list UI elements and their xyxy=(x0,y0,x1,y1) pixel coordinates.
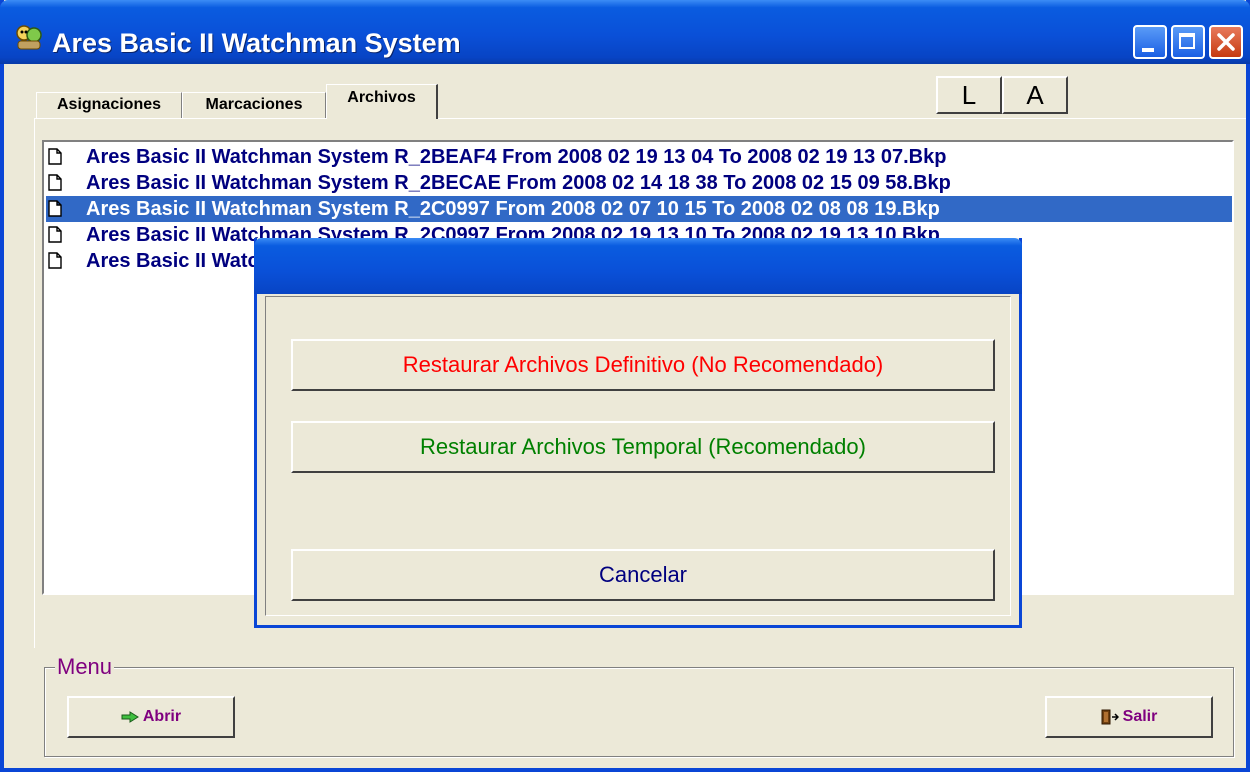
file-name: Ares Basic II Watchman System R_2BECAE F… xyxy=(86,172,951,194)
file-name: Ares Basic II Watchman System R_2C0997 F… xyxy=(86,198,940,220)
file-name: Ares Basic II Watchman System R_2BEAF4 F… xyxy=(86,146,947,168)
close-icon xyxy=(1217,33,1235,51)
minimize-button[interactable] xyxy=(1133,25,1167,59)
tab-label: Archivos xyxy=(347,89,416,106)
restore-dialog: Restaurar Archivos Definitivo (No Recome… xyxy=(254,238,1022,628)
l-button[interactable]: L xyxy=(936,76,1002,114)
dialog-frame: Restaurar Archivos Definitivo (No Recome… xyxy=(265,296,1011,616)
exit-door-icon xyxy=(1101,709,1119,725)
document-icon xyxy=(48,148,62,165)
dialog-title-bar[interactable] xyxy=(254,238,1022,294)
open-button-label: Abrir xyxy=(142,708,182,725)
maximize-icon xyxy=(1179,33,1195,49)
menu-legend: Menu xyxy=(55,654,115,680)
tab-label: Marcaciones xyxy=(205,96,303,113)
open-button[interactable]: Abrir xyxy=(67,696,235,738)
list-item[interactable]: Ares Basic II Watchman System R_2BEAF4 F… xyxy=(46,144,1232,170)
tab-marcaciones[interactable]: Marcaciones xyxy=(182,92,326,118)
list-item[interactable]: Ares Basic II Watchman System R_2BECAE F… xyxy=(46,170,1232,196)
document-icon xyxy=(48,226,62,243)
exit-button-label: Salir xyxy=(1122,708,1158,725)
exit-button[interactable]: Salir xyxy=(1045,696,1213,738)
menu-groupbox: Menu Abrir Salir xyxy=(44,654,1234,757)
minimize-icon xyxy=(1142,48,1154,52)
main-window: Ares Basic II Watchman System Asignacion… xyxy=(0,0,1250,772)
arrow-right-icon xyxy=(121,710,139,723)
tab-label: Asignaciones xyxy=(56,96,162,113)
tab-asignaciones[interactable]: Asignaciones xyxy=(36,92,182,118)
tab-archivos[interactable]: Archivos xyxy=(326,84,438,119)
close-button[interactable] xyxy=(1209,25,1243,59)
a-button[interactable]: A xyxy=(1002,76,1068,114)
title-bar[interactable]: Ares Basic II Watchman System xyxy=(0,0,1250,64)
maximize-button[interactable] xyxy=(1171,25,1205,59)
restore-definitive-button[interactable]: Restaurar Archivos Definitivo (No Recome… xyxy=(291,339,995,391)
window-title: Ares Basic II Watchman System xyxy=(52,28,461,58)
document-icon xyxy=(48,252,62,269)
list-item-selected[interactable]: Ares Basic II Watchman System R_2C0997 F… xyxy=(46,196,1232,222)
document-icon xyxy=(48,174,62,191)
restore-temporary-button[interactable]: Restaurar Archivos Temporal (Recomendado… xyxy=(291,421,995,473)
cancel-button[interactable]: Cancelar xyxy=(291,549,995,601)
document-icon xyxy=(48,200,62,217)
app-icon xyxy=(16,25,42,50)
